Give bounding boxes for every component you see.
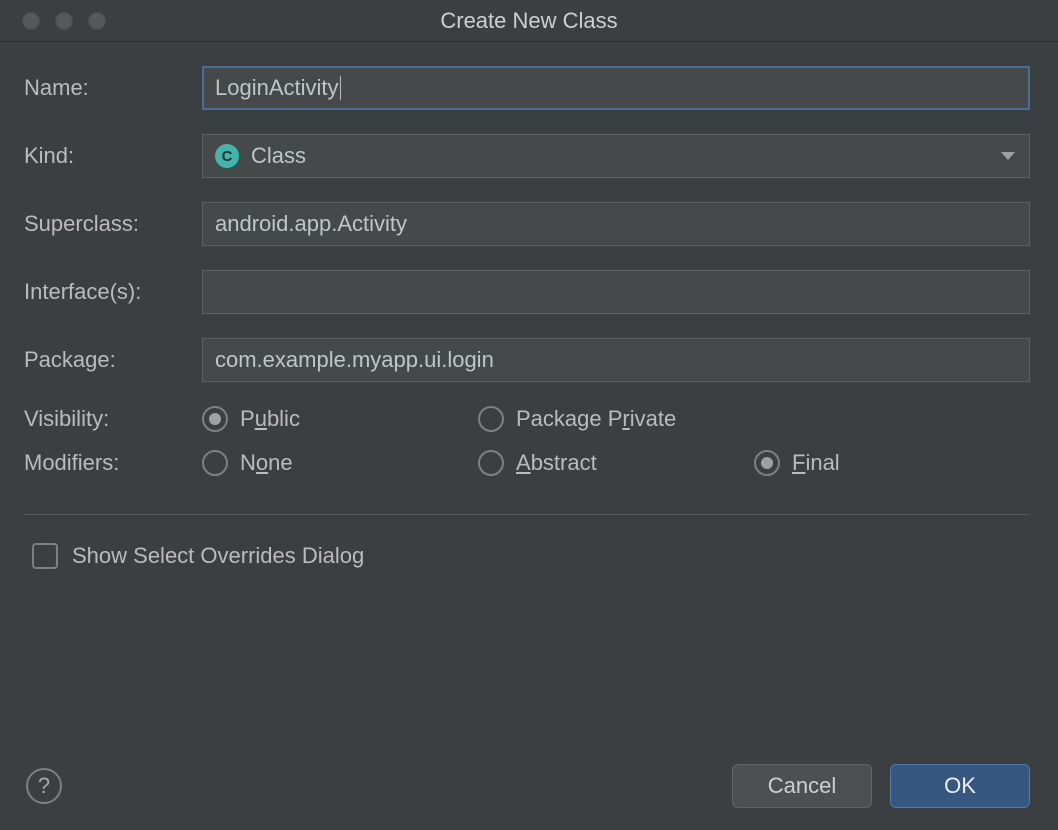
cancel-button[interactable]: Cancel bbox=[732, 764, 872, 808]
ok-button-label: OK bbox=[944, 773, 976, 799]
modifiers-final-label: Final bbox=[792, 450, 840, 476]
divider bbox=[24, 514, 1030, 515]
modifiers-none-option[interactable]: None bbox=[202, 450, 478, 476]
superclass-input[interactable]: android.app.Activity bbox=[202, 202, 1030, 246]
label-superclass: Superclass: bbox=[24, 211, 202, 237]
titlebar: Create New Class bbox=[0, 0, 1058, 42]
label-interfaces: Interface(s): bbox=[24, 279, 202, 305]
chevron-down-icon bbox=[1001, 152, 1015, 160]
window-zoom-button[interactable] bbox=[88, 12, 106, 30]
radio-icon bbox=[202, 450, 228, 476]
row-modifiers: Modifiers: None Abstract Final bbox=[24, 450, 1030, 476]
visibility-public-option[interactable]: Public bbox=[202, 406, 478, 432]
radio-icon bbox=[478, 406, 504, 432]
superclass-value: android.app.Activity bbox=[215, 211, 407, 237]
dialog-footer: ? Cancel OK bbox=[0, 764, 1058, 830]
kind-select[interactable]: C Class bbox=[202, 134, 1030, 178]
class-icon: C bbox=[215, 144, 239, 168]
checkbox-icon bbox=[32, 543, 58, 569]
radio-icon bbox=[478, 450, 504, 476]
cancel-button-label: Cancel bbox=[768, 773, 836, 799]
visibility-package-private-option[interactable]: Package Private bbox=[478, 406, 754, 432]
dialog-content: Name: LoginActivity Kind: C Class Superc… bbox=[0, 42, 1058, 569]
label-kind: Kind: bbox=[24, 143, 202, 169]
name-input-value: LoginActivity bbox=[215, 75, 339, 101]
label-modifiers: Modifiers: bbox=[24, 450, 202, 476]
radio-icon bbox=[754, 450, 780, 476]
interfaces-input[interactable] bbox=[202, 270, 1030, 314]
modifiers-abstract-label: Abstract bbox=[516, 450, 597, 476]
name-input[interactable]: LoginActivity bbox=[202, 66, 1030, 110]
package-input[interactable]: com.example.myapp.ui.login bbox=[202, 338, 1030, 382]
label-name: Name: bbox=[24, 75, 202, 101]
row-interfaces: Interface(s): bbox=[24, 270, 1030, 314]
row-visibility: Visibility: Public Package Private bbox=[24, 406, 1030, 432]
row-name: Name: LoginActivity bbox=[24, 66, 1030, 110]
package-value: com.example.myapp.ui.login bbox=[215, 347, 494, 373]
label-visibility: Visibility: bbox=[24, 406, 202, 432]
text-caret bbox=[340, 76, 341, 100]
modifiers-abstract-option[interactable]: Abstract bbox=[478, 450, 754, 476]
show-overrides-label: Show Select Overrides Dialog bbox=[72, 543, 364, 569]
window-title: Create New Class bbox=[0, 8, 1058, 34]
help-button[interactable]: ? bbox=[26, 768, 62, 804]
modifiers-final-option[interactable]: Final bbox=[754, 450, 1030, 476]
modifiers-none-label: None bbox=[240, 450, 293, 476]
row-kind: Kind: C Class bbox=[24, 134, 1030, 178]
window-close-button[interactable] bbox=[22, 12, 40, 30]
visibility-public-label: Public bbox=[240, 406, 300, 432]
radio-icon bbox=[202, 406, 228, 432]
kind-select-value: Class bbox=[251, 143, 306, 169]
window-controls bbox=[0, 12, 106, 30]
visibility-package-private-label: Package Private bbox=[516, 406, 676, 432]
show-overrides-option[interactable]: Show Select Overrides Dialog bbox=[32, 543, 1030, 569]
row-superclass: Superclass: android.app.Activity bbox=[24, 202, 1030, 246]
ok-button[interactable]: OK bbox=[890, 764, 1030, 808]
window-minimize-button[interactable] bbox=[55, 12, 73, 30]
label-package: Package: bbox=[24, 347, 202, 373]
help-icon: ? bbox=[38, 773, 50, 799]
row-package: Package: com.example.myapp.ui.login bbox=[24, 338, 1030, 382]
